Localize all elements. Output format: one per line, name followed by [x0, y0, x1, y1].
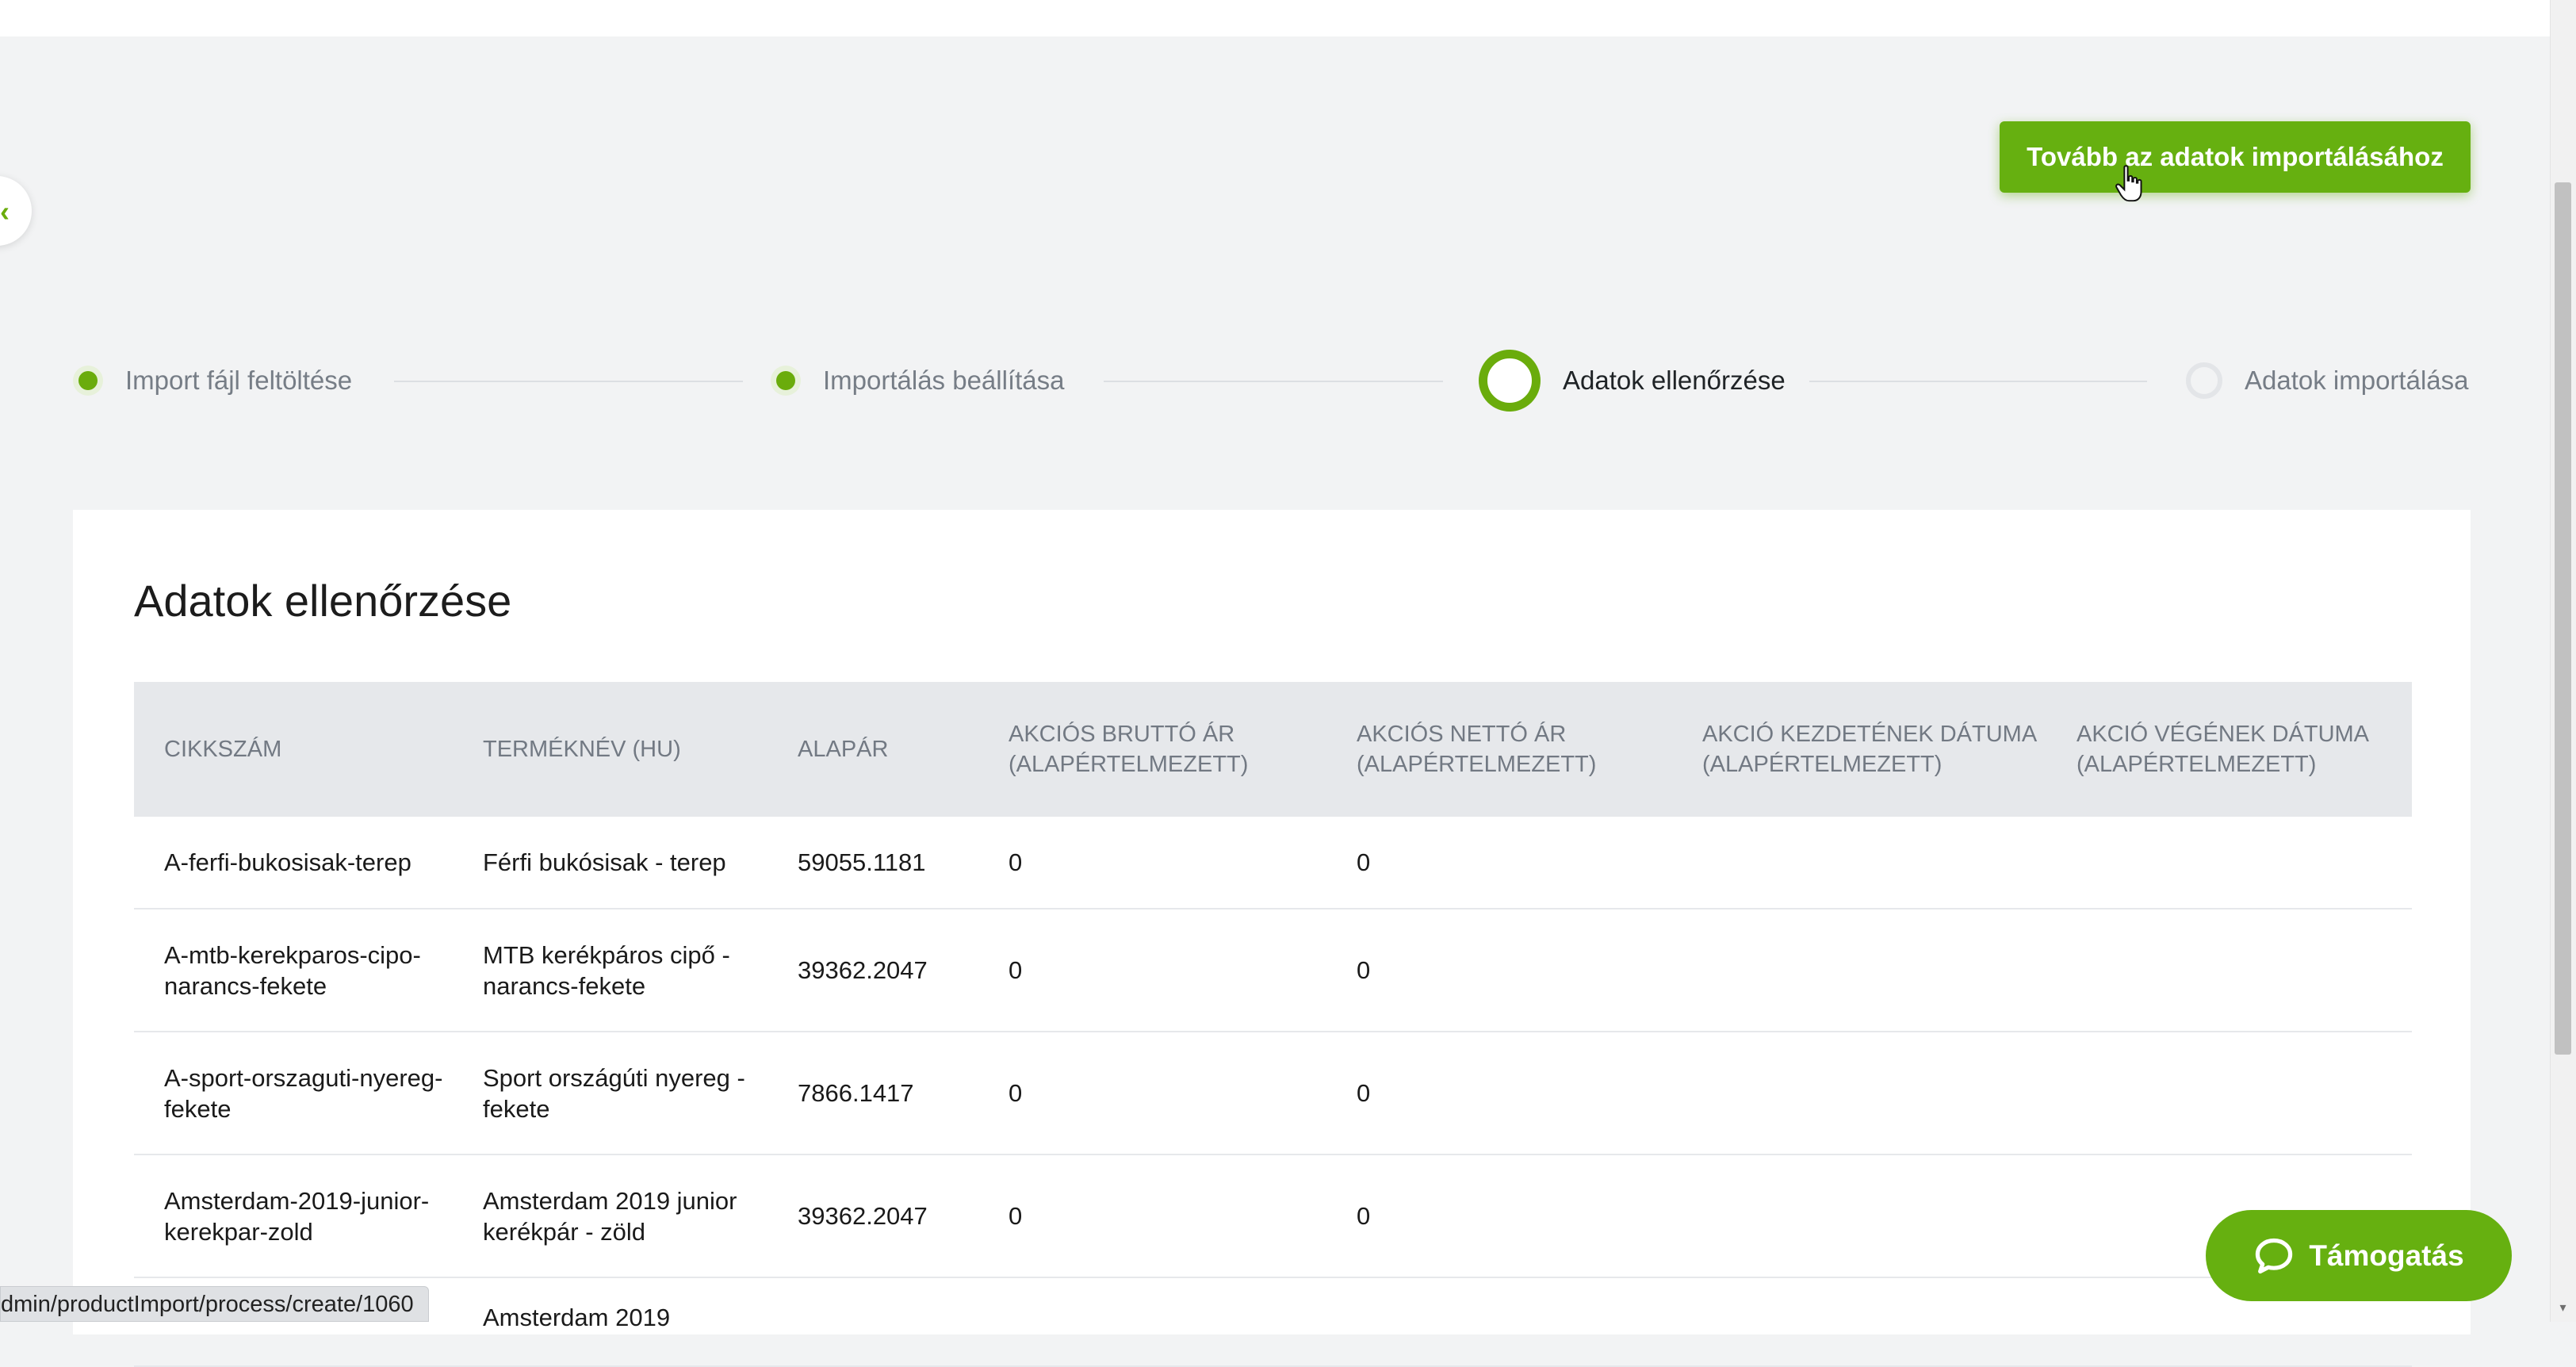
- step-connector: [394, 381, 743, 382]
- step-label: Import fájl feltöltése: [125, 366, 353, 395]
- table-cell: [978, 1277, 1326, 1367]
- hand-cursor-icon: [2115, 165, 2142, 202]
- step-done-indicator: [73, 366, 103, 396]
- column-header: AKCIÓ KEZDETÉNEK DÁTUMA (ALAPÉRTELMEZETT…: [1672, 682, 2046, 817]
- data-check-card: Adatok ellenőrzése CIKKSZÁM TERMÉKNÉV (H…: [73, 510, 2471, 1367]
- step-label: Adatok ellenőrzése: [1563, 366, 1786, 395]
- column-header: CIKKSZÁM: [134, 682, 453, 817]
- step-connector: [1809, 381, 2147, 382]
- table-cell: 0: [978, 817, 1326, 909]
- table-row: Amsterdam 2019: [134, 1277, 2412, 1367]
- step-label: Adatok importálása: [2245, 366, 2469, 395]
- page-title: Adatok ellenőrzése: [134, 576, 512, 626]
- table-cell: [1672, 817, 2046, 909]
- table-cell: 39362.2047: [767, 909, 978, 1032]
- table-cell: 39362.2047: [767, 1154, 978, 1278]
- step-done-indicator: [771, 366, 801, 396]
- support-chat-button[interactable]: Támogatás: [2206, 1210, 2512, 1301]
- step-import-settings[interactable]: Importálás beállítása: [771, 349, 1065, 412]
- table-cell: 0: [1326, 1032, 1672, 1155]
- table-cell: Sport országúti nyereg - fekete: [453, 1032, 767, 1155]
- table-cell: A-mtb-kerekparos-cipo-narancs-fekete: [134, 909, 453, 1032]
- link-status-bar: dmin/productImport/process/create/1060: [0, 1286, 429, 1322]
- table-cell: 0: [1326, 817, 1672, 909]
- sidebar-toggle-button[interactable]: ‹: [0, 176, 32, 246]
- table-cell: [1672, 1154, 2046, 1278]
- import-stepper: Import fájl feltöltése Importálás beállí…: [73, 349, 2471, 412]
- table-cell: A-ferfi-bukosisak-terep: [134, 817, 453, 909]
- data-preview-table: CIKKSZÁM TERMÉKNÉV (HU) ALAPÁR AKCIÓS BR…: [134, 682, 2412, 1367]
- table-cell: 59055.1181: [767, 817, 978, 909]
- table-row: A-sport-orszaguti-nyereg-fekete Sport or…: [134, 1032, 2412, 1155]
- table-cell: Amsterdam 2019 junior kerékpár - zöld: [453, 1154, 767, 1278]
- table-row: A-ferfi-bukosisak-terep Férfi bukósisak …: [134, 817, 2412, 909]
- chevron-left-icon: ‹: [0, 195, 10, 228]
- step-label: Importálás beállítása: [823, 366, 1065, 395]
- table-row: A-mtb-kerekparos-cipo-narancs-fekete MTB…: [134, 909, 2412, 1032]
- table-cell: A-sport-orszaguti-nyereg-fekete: [134, 1032, 453, 1155]
- table-cell: [1672, 909, 2046, 1032]
- table-cell: [2046, 1032, 2412, 1155]
- table-cell: 0: [978, 1154, 1326, 1278]
- scrollbar-thumb[interactable]: [2555, 182, 2571, 1055]
- step-connector: [1104, 381, 1443, 382]
- table-cell: 0: [1326, 1154, 1672, 1278]
- table-cell: 0: [978, 1032, 1326, 1155]
- column-header: AKCIÓS NETTÓ ÁR (ALAPÉRTELMEZETT): [1326, 682, 1672, 817]
- column-header: AKCIÓS BRUTTÓ ÁR (ALAPÉRTELMEZETT): [978, 682, 1326, 817]
- step-import-data: Adatok importálása: [2186, 349, 2468, 412]
- continue-to-import-button[interactable]: Tovább az adatok importálásához: [2000, 121, 2471, 193]
- table-cell: [1672, 1032, 2046, 1155]
- table-cell: [767, 1277, 978, 1367]
- step-check-data: Adatok ellenőrzése: [1479, 349, 1786, 412]
- step-upload-file[interactable]: Import fájl feltöltése: [73, 349, 352, 412]
- top-bar: [0, 0, 2550, 36]
- scroll-down-arrow-icon[interactable]: ▾: [2555, 1300, 2571, 1316]
- table-header-row: CIKKSZÁM TERMÉKNÉV (HU) ALAPÁR AKCIÓS BR…: [134, 682, 2412, 817]
- table-row: Amsterdam-2019-junior-kerekpar-zold Amst…: [134, 1154, 2412, 1278]
- table-cell: 0: [978, 909, 1326, 1032]
- column-header: ALAPÁR: [767, 682, 978, 817]
- table-cell: [2046, 909, 2412, 1032]
- step-active-indicator: [1479, 350, 1541, 412]
- table-cell: MTB kerékpáros cipő - narancs-fekete: [453, 909, 767, 1032]
- table-cell: [1672, 1277, 2046, 1367]
- step-pending-indicator: [2186, 362, 2222, 399]
- table-cell: Férfi bukósisak - terep: [453, 817, 767, 909]
- table-cell: Amsterdam 2019: [453, 1277, 767, 1367]
- table-cell: 0: [1326, 909, 1672, 1032]
- table-cell: 7866.1417: [767, 1032, 978, 1155]
- support-label: Támogatás: [2309, 1239, 2464, 1272]
- chat-bubble-icon: [2256, 1238, 2293, 1273]
- column-header: AKCIÓ VÉGÉNEK DÁTUMA (ALAPÉRTELMEZETT): [2046, 682, 2412, 817]
- column-header: TERMÉKNÉV (HU): [453, 682, 767, 817]
- table-cell: Amsterdam-2019-junior-kerekpar-zold: [134, 1154, 453, 1278]
- table-cell: [2046, 817, 2412, 909]
- table-cell: [1326, 1277, 1672, 1367]
